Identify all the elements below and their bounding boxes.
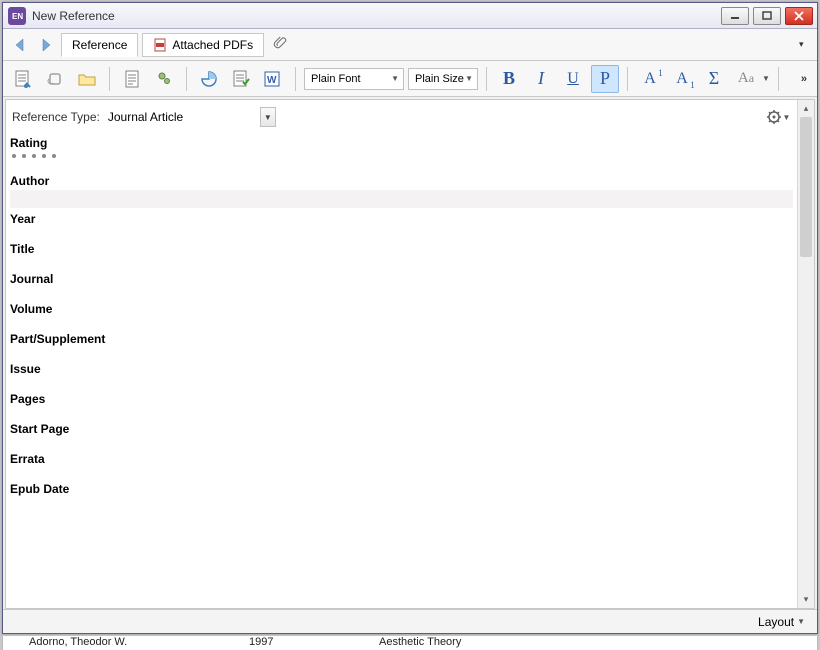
separator [295, 67, 296, 91]
field-rating: Rating [6, 132, 797, 170]
font-selector[interactable]: Plain Font ▼ [304, 68, 404, 90]
tab-label: Attached PDFs [172, 38, 253, 52]
superscript-button[interactable]: A1 [636, 65, 664, 93]
symbol-button[interactable]: Σ [700, 65, 728, 93]
size-selector[interactable]: Plain Size ▼ [408, 68, 478, 90]
bold-button[interactable]: B [495, 65, 523, 93]
link-icon[interactable] [41, 65, 69, 93]
separator [486, 67, 487, 91]
tabstrip-menu[interactable]: ▾ [799, 39, 811, 50]
separator [778, 67, 779, 91]
maximize-button[interactable] [753, 7, 781, 25]
separator [109, 67, 110, 91]
pdf-icon [153, 38, 167, 52]
note-icon[interactable] [9, 65, 37, 93]
plain-button[interactable]: P [591, 65, 619, 93]
window-title: New Reference [32, 9, 721, 23]
chevron-down-icon: ▼ [797, 617, 805, 626]
field-errata[interactable]: Errata [6, 448, 797, 478]
reference-type-select[interactable]: Journal Article ▼ [106, 107, 276, 127]
tab-reference[interactable]: Reference [61, 33, 138, 57]
field-title[interactable]: Title [6, 238, 797, 268]
rating-input[interactable] [10, 152, 793, 160]
size-label: Plain Size [415, 73, 464, 85]
chevron-down-icon: ▼ [465, 74, 473, 83]
reference-type-label: Reference Type: [12, 110, 100, 124]
tab-attached-pdfs[interactable]: Attached PDFs [142, 33, 264, 57]
nav-forward-button[interactable] [35, 34, 57, 56]
folder-icon[interactable] [73, 65, 101, 93]
chevron-down-icon: ▼ [783, 113, 791, 122]
checklist-icon[interactable] [227, 65, 255, 93]
chevron-down-icon[interactable]: ▼ [762, 74, 770, 83]
underline-button[interactable]: U [559, 65, 587, 93]
italic-button[interactable]: I [527, 65, 555, 93]
field-epub-date[interactable]: Epub Date [6, 478, 797, 508]
scroll-up-icon[interactable]: ▴ [798, 100, 814, 117]
case-button[interactable]: Aa [732, 65, 760, 93]
svg-text:W: W [267, 75, 277, 86]
reference-form: Reference Type: Journal Article ▼ ▼ Rati… [6, 100, 797, 608]
layout-button[interactable]: Layout ▼ [754, 613, 809, 631]
settings-button[interactable]: ▼ [765, 106, 791, 128]
subscript-button[interactable]: A1 [668, 65, 696, 93]
app-icon: EN [8, 7, 26, 25]
app-window: EN New Reference Reference [2, 2, 818, 634]
close-button[interactable] [785, 7, 813, 25]
author-input[interactable] [10, 190, 793, 208]
tab-label: Reference [72, 38, 127, 52]
chart-icon[interactable] [195, 65, 223, 93]
field-author: Author [6, 170, 797, 208]
toolbar: W Plain Font ▼ Plain Size ▼ B I U P A1 A… [3, 61, 817, 97]
background-row-clip: Adorno, Theodor W. 1997 Aesthetic Theory [2, 636, 818, 650]
scroll-down-icon[interactable]: ▾ [798, 591, 814, 608]
nav-back-button[interactable] [9, 34, 31, 56]
scroll-thumb[interactable] [800, 117, 812, 257]
titlebar: EN New Reference [3, 3, 817, 29]
minimize-button[interactable] [721, 7, 749, 25]
field-volume[interactable]: Volume [6, 298, 797, 328]
separator [186, 67, 187, 91]
gear-icon [766, 109, 782, 125]
separator [627, 67, 628, 91]
field-pages[interactable]: Pages [6, 388, 797, 418]
field-part-supplement[interactable]: Part/Supplement [6, 328, 797, 358]
toolbar-overflow[interactable]: » [801, 73, 811, 85]
reference-type-row: Reference Type: Journal Article ▼ ▼ [6, 100, 797, 132]
tab-strip: Reference Attached PDFs ▾ [3, 29, 817, 61]
field-journal[interactable]: Journal [6, 268, 797, 298]
field-issue[interactable]: Issue [6, 358, 797, 388]
font-label: Plain Font [311, 73, 361, 85]
field-year[interactable]: Year [6, 208, 797, 238]
window-controls [721, 7, 815, 25]
page-icon[interactable] [118, 65, 146, 93]
chevron-down-icon: ▼ [391, 74, 399, 83]
status-bar: Layout ▼ [3, 609, 817, 633]
chevron-down-icon: ▼ [260, 107, 276, 127]
word-icon[interactable]: W [259, 65, 287, 93]
field-start-page[interactable]: Start Page [6, 418, 797, 448]
attachment-icon[interactable] [272, 34, 290, 55]
content-area: Reference Type: Journal Article ▼ ▼ Rati… [5, 99, 815, 609]
scrollbar[interactable]: ▴ ▾ [797, 100, 814, 608]
pin-icon[interactable] [150, 65, 178, 93]
svg-text:EN: EN [12, 12, 23, 21]
